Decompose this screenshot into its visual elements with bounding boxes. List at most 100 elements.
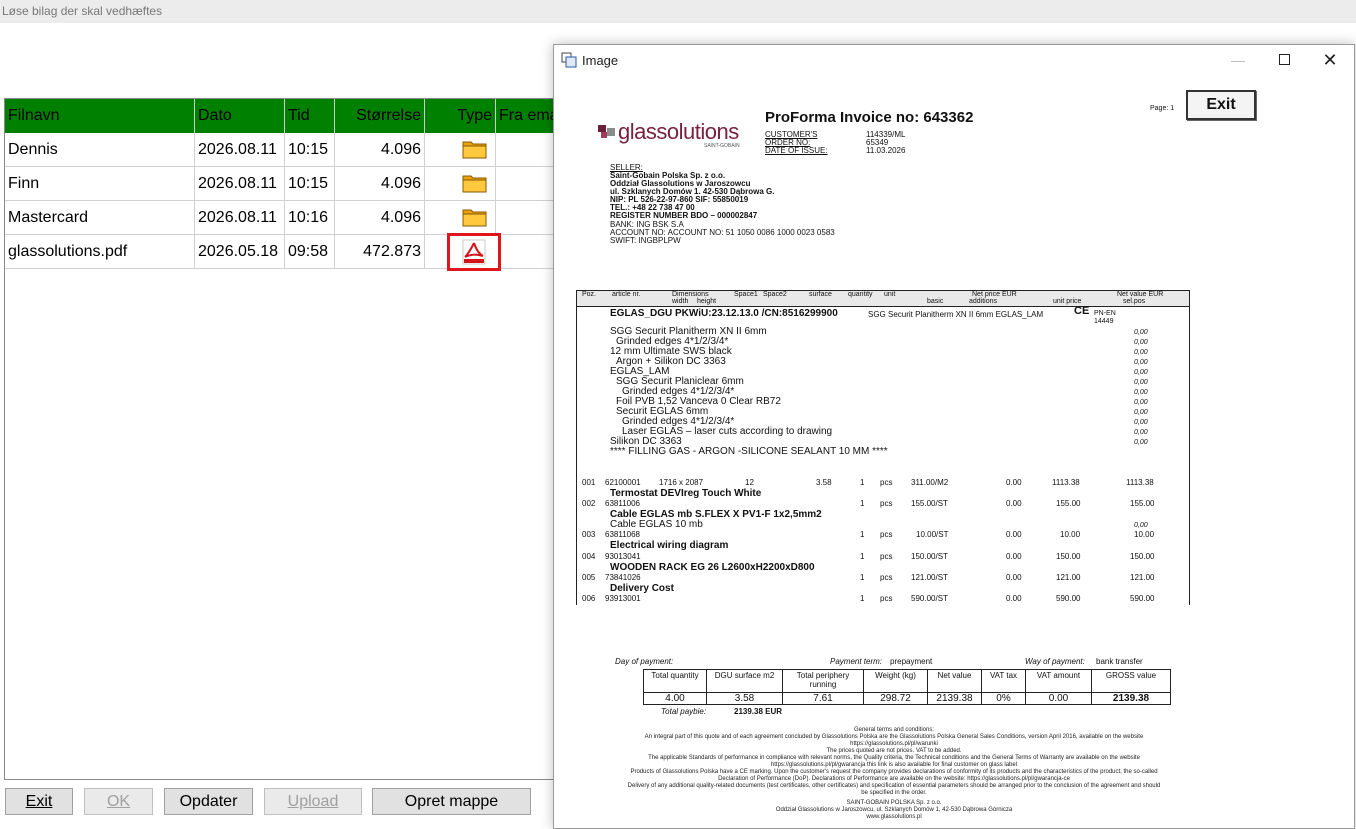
item-unitprice: 155.00 <box>1056 499 1081 508</box>
summary-value: 4.00 <box>644 692 706 705</box>
exit-button[interactable]: Exit <box>5 788 73 815</box>
summary-value: 298.72 <box>864 692 927 705</box>
minimize-button[interactable]: — <box>1215 45 1261 75</box>
th-unit-price: unit price <box>1053 298 1082 305</box>
create-folder-button[interactable]: Opret mappe <box>372 788 531 815</box>
item-value: 10.00 <box>1134 530 1155 539</box>
terms-line: https://glassolutions.pl/pl/warunki <box>850 741 938 747</box>
item-qty: 1 <box>860 573 865 582</box>
ok-button[interactable]: OK <box>84 788 153 815</box>
summary-col: GROSS value 2139.38 <box>1092 670 1170 704</box>
zero-value: 0,00 <box>1134 419 1148 426</box>
product-desc: SGG Securit Planitherm XN II 6mm EGLAS_L… <box>868 310 1044 319</box>
item-space: 12 <box>745 478 754 487</box>
item-qty: 1 <box>860 594 865 603</box>
summary-head: DGU surface m2 <box>714 671 775 680</box>
item-art: 63811068 <box>605 530 640 539</box>
upload-button-label: Upload <box>287 793 339 810</box>
cell-size: 472.873 <box>335 235 425 268</box>
item-additions: 0.00 <box>1006 530 1022 539</box>
folder-icon <box>462 209 487 227</box>
item-value: 150.00 <box>1130 552 1155 561</box>
item-additions: 0.00 <box>1006 552 1022 561</box>
th-unit: unit <box>884 291 896 298</box>
terms-line: www.glassolutions.pl <box>866 814 922 820</box>
item-sub-label: Cable EGLAS 10 mb <box>610 519 703 530</box>
cell-size: 4.096 <box>335 133 425 166</box>
summary-col: VAT tax 0% <box>982 670 1026 704</box>
meta-value-date: 11.03.2026 <box>866 146 906 155</box>
terms-line: https://glassolutions.pl/pl/gwarancja th… <box>770 762 1018 768</box>
item-price: 311.00/M2 <box>911 478 949 487</box>
item-pos: 004 <box>582 552 596 561</box>
summary-head: Weight (kg) <box>875 671 916 680</box>
zero-value: 0,00 <box>1134 399 1148 406</box>
payment-term-label: Payment term: <box>830 657 883 666</box>
col-header-type[interactable]: Type <box>425 99 496 133</box>
col-header-time[interactable]: Tid <box>285 99 335 133</box>
table-row[interactable]: Dennis 2026.08.11 10:15 4.096 <box>5 133 565 167</box>
item-price: 121.00/ST <box>911 573 948 582</box>
zero-value: 0,00 <box>1134 359 1148 366</box>
item-value: 1113.38 <box>1126 478 1154 487</box>
item-qty: 1 <box>860 478 865 487</box>
close-button[interactable]: ✕ <box>1307 45 1353 75</box>
summary-head: VAT tax <box>989 671 1018 680</box>
th-space2: Space2 <box>763 291 787 298</box>
image-window[interactable]: Image — ✕ Page: 1 Exit glassolutions SAI… <box>553 44 1355 829</box>
th-surface: surface <box>809 291 832 298</box>
item-additions: 0.00 <box>1006 594 1022 603</box>
summary-head: Net value <box>937 671 972 680</box>
payment-way: bank transfer <box>1096 657 1143 666</box>
summary-head: GROSS value <box>1105 671 1157 680</box>
table-row[interactable]: glassolutions.pdf 2026.05.18 09:58 472.8… <box>5 233 565 271</box>
document-exit-button[interactable]: Exit <box>1186 90 1256 120</box>
item-qty: 1 <box>860 552 865 561</box>
summary-head: VAT amount <box>1036 671 1081 680</box>
item-art: 62100001 <box>605 478 641 487</box>
col-header-filename[interactable]: Filnavn <box>5 99 195 133</box>
terms-block: General terms and conditions: An integra… <box>584 727 1204 821</box>
item-unitprice: 1113.38 <box>1052 478 1080 487</box>
th-width: width <box>672 298 689 305</box>
table-row[interactable]: Mastercard 2026.08.11 10:16 4.096 <box>5 201 565 235</box>
zero-value: 0,00 <box>1134 369 1148 376</box>
item-pos: 002 <box>582 499 596 508</box>
zero-value: 0,00 <box>1134 409 1148 416</box>
summary-value: 2139.38 <box>928 692 981 705</box>
summary-col: Total periphery running 7.61 <box>783 670 864 704</box>
image-window-title: Image <box>582 53 619 68</box>
meta-label-date: DATE OF ISSUE: <box>765 146 828 155</box>
window-title: Løse bilag der skal vedhæftes <box>0 0 1356 23</box>
terms-line: Delivery of any additional quality-relat… <box>627 783 1161 789</box>
table-row[interactable]: Finn 2026.08.11 10:15 4.096 <box>5 167 565 201</box>
selected-highlight[interactable] <box>447 233 501 271</box>
maximize-button[interactable] <box>1261 45 1307 75</box>
zero-value: 0,00 <box>1134 329 1148 336</box>
item-art: 93913001 <box>605 594 641 603</box>
summary-col: Net value 2139.38 <box>928 670 982 704</box>
item-unitprice: 590.00 <box>1056 594 1081 603</box>
zero-value: 0,00 <box>1134 429 1148 436</box>
item-additions: 0.00 <box>1006 499 1022 508</box>
update-button[interactable]: Opdater <box>164 788 253 815</box>
glassolutions-logo-icon <box>598 125 615 138</box>
item-value: 155.00 <box>1130 499 1155 508</box>
image-window-titlebar[interactable]: Image — ✕ <box>554 45 1354 77</box>
upload-button[interactable]: Upload <box>264 788 362 815</box>
summary-col: Weight (kg) 298.72 <box>864 670 928 704</box>
folder-icon <box>462 141 487 159</box>
cell-size: 4.096 <box>335 167 425 200</box>
col-header-date[interactable]: Dato <box>195 99 285 133</box>
zero-value: 0,00 <box>1134 349 1148 356</box>
item-unit: pcs <box>880 478 893 487</box>
file-grid[interactable]: Filnavn Dato Tid Størrelse Type Fra ema … <box>4 98 566 780</box>
summary-value: 0% <box>982 692 1025 705</box>
item-art: 93013041 <box>605 552 641 561</box>
seller-line: REGISTER NUMBER BDO – 000002847 <box>610 211 758 220</box>
item-pos: 005 <box>582 573 596 582</box>
terms-line: An integral part of this quote and of ea… <box>644 734 1144 740</box>
zero-value: 0,00 <box>1134 522 1148 529</box>
item-unit: pcs <box>880 594 893 603</box>
col-header-size[interactable]: Størrelse <box>335 99 425 133</box>
